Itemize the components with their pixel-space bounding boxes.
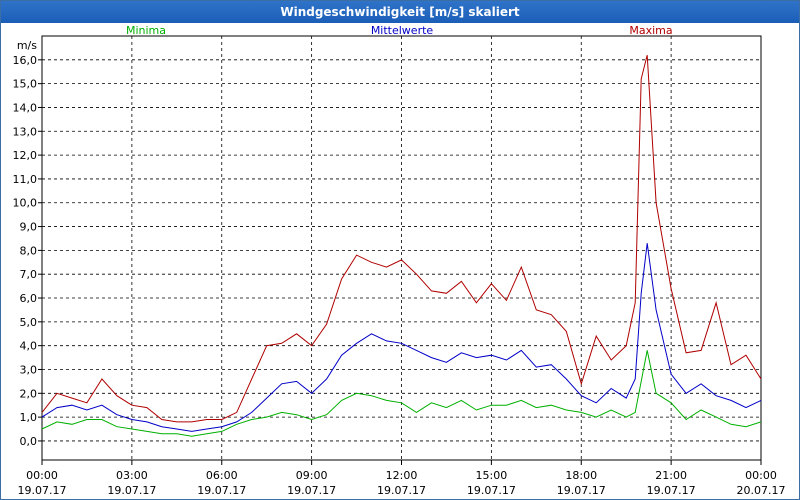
x-tick-label-time: 21:00: [655, 469, 687, 482]
x-tick-label-time: 12:00: [386, 469, 418, 482]
y-tick-label: 16,0: [13, 54, 38, 67]
legend-mittelwerte: Mittelwerte: [371, 24, 434, 37]
legend-maxima: Maxima: [629, 24, 672, 37]
y-tick-label: 11,0: [13, 173, 38, 186]
x-tick-label-date: 19.07.17: [647, 484, 696, 497]
x-tick-label-date: 19.07.17: [557, 484, 606, 497]
chart-canvas: 0,0 1,0 2,0 3,0 4,0 5,0 6,0 7,0 8,0 9,0 10,0 11,0 12…: [13, 24, 786, 497]
x-tick-label-date: 20.07.17: [737, 484, 786, 497]
y-tick-label: 6,0: [20, 292, 38, 305]
y-tick-label: 9,0: [20, 221, 38, 234]
x-tick-label-time: 18:00: [565, 469, 597, 482]
x-tick-label-time: 03:00: [116, 469, 148, 482]
y-tick-label: 14,0: [13, 101, 38, 114]
y-tick-label: 3,0: [20, 363, 38, 376]
y-tick-label: 8,0: [20, 244, 38, 257]
x-tick-label-time: 00:00: [745, 469, 777, 482]
x-tick-label-time: 15:00: [476, 469, 508, 482]
x-tick-label-time: 06:00: [206, 469, 238, 482]
y-tick-label: 13,0: [13, 125, 38, 138]
x-tick-label-time: 00:00: [26, 469, 58, 482]
x-tick-label-time: 09:00: [296, 469, 328, 482]
y-tick-label: 5,0: [20, 316, 38, 329]
y-tick-label: 1,0: [20, 411, 38, 424]
y-tick-label: 4,0: [20, 340, 38, 353]
y-axis-label: m/s: [17, 39, 37, 52]
x-tick-label-date: 19.07.17: [18, 484, 67, 497]
x-tick-label-date: 19.07.17: [197, 484, 246, 497]
y-tick-label: 15,0: [13, 78, 38, 91]
legend-minima: Minima: [126, 24, 166, 37]
y-tick-label: 0,0: [20, 435, 38, 448]
y-tick-label: 12,0: [13, 149, 38, 162]
x-tick-label-date: 19.07.17: [107, 484, 156, 497]
y-tick-label: 2,0: [20, 387, 38, 400]
y-tick-label: 7,0: [20, 268, 38, 281]
y-tick-label: 10,0: [13, 197, 38, 210]
x-tick-label-date: 19.07.17: [287, 484, 336, 497]
x-tick-label-date: 19.07.17: [467, 484, 516, 497]
x-tick-label-date: 19.07.17: [377, 484, 426, 497]
